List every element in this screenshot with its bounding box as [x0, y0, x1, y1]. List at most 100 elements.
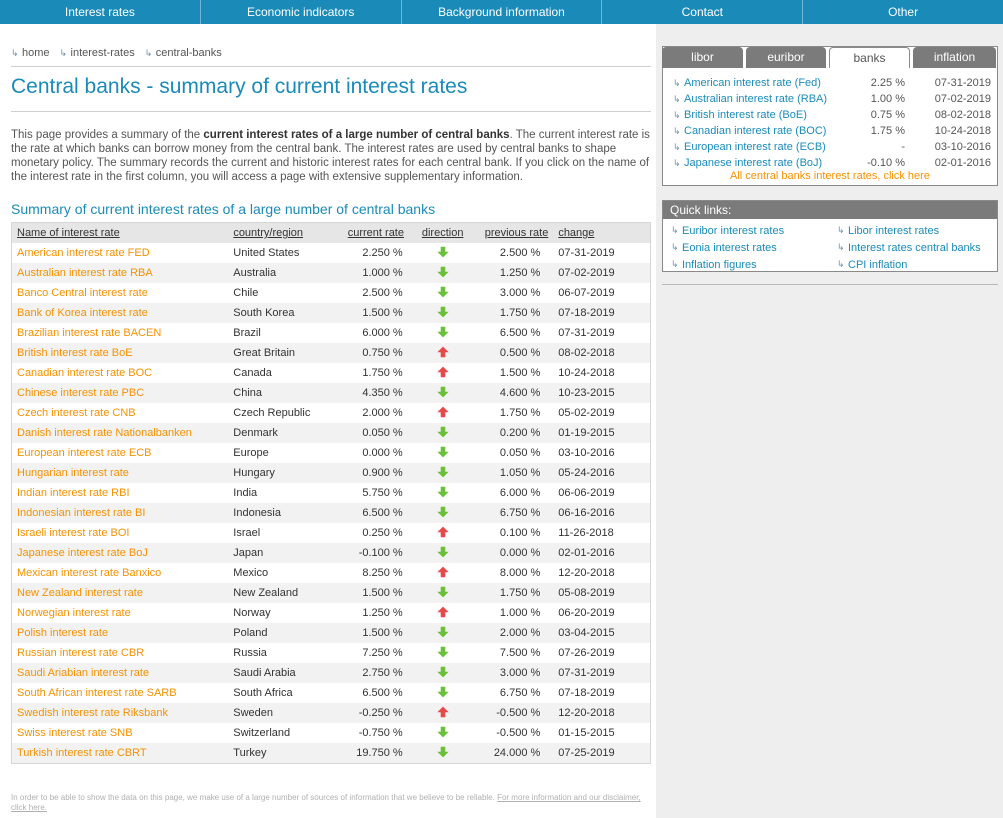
breadcrumb-home[interactable]: ↳ home	[11, 47, 50, 59]
table-row: Japanese interest rate BoJ Japan -0.100 % 0…	[12, 543, 650, 563]
rate-name-link[interactable]: South African interest rate SARB	[12, 687, 233, 699]
rate-name[interactable]: Chinese interest rate PBC	[17, 387, 144, 399]
tab-euribor[interactable]: euribor	[746, 47, 826, 68]
quick-link-label[interactable]: Libor interest rates	[848, 225, 939, 237]
widget-bank-link[interactable]: ↳ Canadian interest rate (BOC)	[673, 125, 853, 137]
current-rate-cell: 1.250 %	[362, 607, 403, 619]
nav-contact[interactable]: Contact	[602, 0, 804, 24]
quick-link-label[interactable]: Eonia interest rates	[682, 242, 777, 254]
rate-name[interactable]: Hungarian interest rate	[17, 467, 129, 479]
rate-name-link[interactable]: Japanese interest rate BoJ	[12, 547, 233, 559]
rate-name-link[interactable]: Swiss interest rate SNB	[12, 727, 233, 739]
rate-name-link[interactable]: Brazilian interest rate BACEN	[12, 327, 233, 339]
rate-name[interactable]: Russian interest rate CBR	[17, 647, 144, 659]
widget-bank-name[interactable]: Canadian interest rate (BOC)	[684, 125, 826, 137]
rate-name-link[interactable]: British interest rate BoE	[12, 347, 233, 359]
widget-bank-name[interactable]: European interest rate (ECB)	[684, 141, 826, 153]
rate-name-link[interactable]: Turkish interest rate CBRT	[12, 747, 233, 759]
rate-name[interactable]: Brazilian interest rate BACEN	[17, 327, 161, 339]
rate-name-link[interactable]: American interest rate FED	[12, 247, 233, 259]
rate-name[interactable]: Indian interest rate RBI	[17, 487, 130, 499]
breadcrumb-label: home	[22, 47, 50, 59]
rate-name-link[interactable]: New Zealand interest rate	[12, 587, 233, 599]
widget-tabs: libor euribor banks inflation	[662, 47, 998, 68]
rate-name[interactable]: New Zealand interest rate	[17, 587, 143, 599]
quick-link[interactable]: ↳ Libor interest rates	[837, 223, 1003, 238]
rate-name-link[interactable]: Danish interest rate Nationalbanken	[12, 427, 233, 439]
rate-name[interactable]: British interest rate BoE	[17, 347, 133, 359]
rate-name[interactable]: Israeli interest rate BOI	[17, 527, 130, 539]
widget-bank-name[interactable]: Australian interest rate (RBA)	[684, 93, 827, 105]
rate-name[interactable]: Turkish interest rate CBRT	[17, 747, 147, 759]
quick-link[interactable]: ↳ Interest rates central banks	[837, 240, 1003, 255]
breadcrumb-central-banks[interactable]: ↳ central-banks	[145, 47, 222, 59]
header-change[interactable]: change	[552, 227, 650, 239]
quick-link[interactable]: ↳ Euribor interest rates	[671, 223, 837, 238]
tab-libor[interactable]: libor	[662, 47, 743, 68]
quick-link-label[interactable]: Interest rates central banks	[848, 242, 981, 254]
breadcrumb-interest-rates[interactable]: ↳ interest-rates	[60, 47, 135, 59]
nav-economic-indicators[interactable]: Economic indicators	[201, 0, 402, 24]
quick-link[interactable]: ↳ Eonia interest rates	[671, 240, 837, 255]
rate-name-link[interactable]: Mexican interest rate Banxico	[12, 567, 233, 579]
rate-name[interactable]: Bank of Korea interest rate	[17, 307, 148, 319]
widget-bank-link[interactable]: ↳ British interest rate (BoE)	[673, 109, 853, 121]
rate-name[interactable]: Norwegian interest rate	[17, 607, 131, 619]
rate-name[interactable]: Danish interest rate Nationalbanken	[17, 427, 192, 439]
tab-inflation[interactable]: inflation	[913, 47, 996, 68]
rate-name-link[interactable]: Russian interest rate CBR	[12, 647, 233, 659]
nav-interest-rates[interactable]: Interest rates	[0, 0, 201, 24]
rate-name-link[interactable]: Swedish interest rate Riksbank	[12, 707, 233, 719]
rate-name[interactable]: Japanese interest rate BoJ	[17, 547, 148, 559]
quick-link-label[interactable]: Euribor interest rates	[682, 225, 784, 237]
all-central-banks-link[interactable]: All central banks interest rates, click …	[662, 170, 998, 182]
rate-name-link[interactable]: Israeli interest rate BOI	[12, 527, 233, 539]
rate-name[interactable]: American interest rate FED	[17, 247, 150, 259]
rate-name-link[interactable]: Hungarian interest rate	[12, 467, 233, 479]
rate-name-link[interactable]: Chinese interest rate PBC	[12, 387, 233, 399]
rate-name-link[interactable]: Indonesian interest rate BI	[12, 507, 233, 519]
country-cell: Japan	[233, 547, 264, 559]
header-previous-rate[interactable]: previous rate	[475, 227, 553, 239]
rate-name[interactable]: Indonesian interest rate BI	[17, 507, 145, 519]
rate-name[interactable]: Czech interest rate CNB	[17, 407, 136, 419]
widget-bank-link[interactable]: ↳ European interest rate (ECB)	[673, 141, 853, 153]
widget-bank-link[interactable]: ↳ Australian interest rate (RBA)	[673, 93, 853, 105]
widget-bank-name[interactable]: Japanese interest rate (BoJ)	[684, 157, 822, 169]
widget-bank-name[interactable]: American interest rate (Fed)	[684, 77, 821, 89]
rate-name-link[interactable]: Australian interest rate RBA	[12, 267, 233, 279]
quick-link-label[interactable]: CPI inflation	[848, 259, 907, 271]
rate-name-link[interactable]: Saudi Ariabian interest rate	[12, 667, 233, 679]
rate-name[interactable]: Swedish interest rate Riksbank	[17, 707, 168, 719]
tab-banks[interactable]: banks	[829, 47, 910, 68]
rate-name[interactable]: South African interest rate SARB	[17, 687, 177, 699]
widget-bank-link[interactable]: ↳ American interest rate (Fed)	[673, 77, 853, 89]
rate-name[interactable]: Polish interest rate	[17, 627, 108, 639]
rate-name[interactable]: Banco Central interest rate	[17, 287, 148, 299]
rate-name[interactable]: Canadian interest rate BOC	[17, 367, 152, 379]
rate-name[interactable]: Saudi Ariabian interest rate	[17, 667, 149, 679]
nav-other[interactable]: Other	[803, 0, 1003, 24]
quick-link[interactable]: ↳ CPI inflation	[837, 257, 1003, 272]
rate-name-link[interactable]: Indian interest rate RBI	[12, 487, 233, 499]
rate-name[interactable]: Mexican interest rate Banxico	[17, 567, 161, 579]
header-current-rate[interactable]: current rate	[341, 227, 411, 239]
rate-name-link[interactable]: Czech interest rate CNB	[12, 407, 233, 419]
rate-name-link[interactable]: Canadian interest rate BOC	[12, 367, 233, 379]
rate-name[interactable]: European interest rate ECB	[17, 447, 152, 459]
widget-bank-link[interactable]: ↳ Japanese interest rate (BoJ)	[673, 157, 853, 169]
header-direction[interactable]: direction	[411, 227, 475, 239]
quick-link-label[interactable]: Inflation figures	[682, 259, 757, 271]
rate-name[interactable]: Australian interest rate RBA	[17, 267, 153, 279]
widget-bank-name[interactable]: British interest rate (BoE)	[684, 109, 807, 121]
rate-name-link[interactable]: European interest rate ECB	[12, 447, 233, 459]
nav-background-information[interactable]: Background information	[402, 0, 603, 24]
rate-name[interactable]: Swiss interest rate SNB	[17, 727, 133, 739]
rate-name-link[interactable]: Banco Central interest rate	[12, 287, 233, 299]
rate-name-link[interactable]: Bank of Korea interest rate	[12, 307, 233, 319]
quick-link[interactable]: ↳ Inflation figures	[671, 257, 837, 272]
header-country[interactable]: country/region	[233, 227, 341, 239]
rate-name-link[interactable]: Polish interest rate	[12, 627, 233, 639]
rate-name-link[interactable]: Norwegian interest rate	[12, 607, 233, 619]
header-name[interactable]: Name of interest rate	[12, 227, 233, 239]
